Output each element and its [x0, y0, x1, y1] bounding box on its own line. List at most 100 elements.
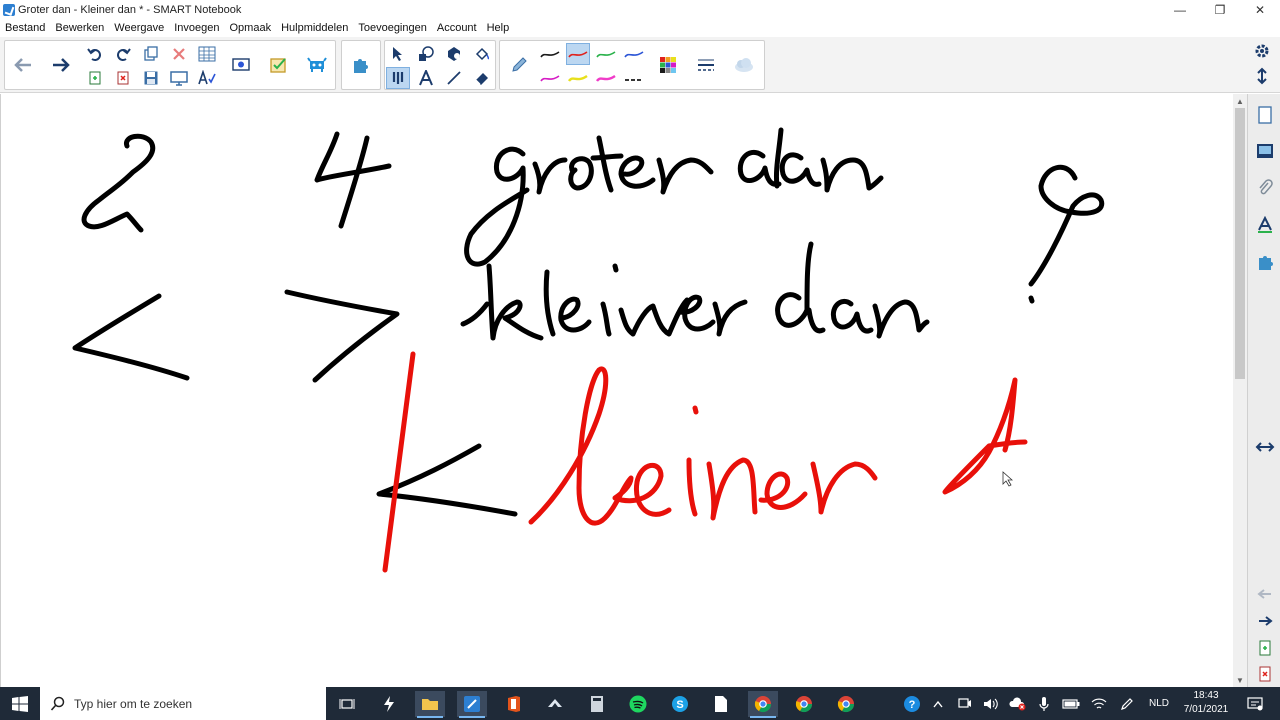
scroll-thumb[interactable]	[1235, 108, 1245, 379]
previous-page-button[interactable]	[1252, 581, 1277, 606]
settings-button[interactable]	[1250, 40, 1274, 62]
back-arrow-button[interactable]	[7, 42, 39, 88]
add-ons-tab[interactable]	[1252, 249, 1277, 274]
taskbar-file-explorer[interactable]	[415, 691, 445, 718]
line-button[interactable]	[442, 67, 466, 89]
fullscreen-button[interactable]	[167, 67, 191, 89]
text-button[interactable]	[414, 67, 438, 89]
hexagon-icon	[448, 47, 460, 61]
taskbar-app-cloud[interactable]	[540, 691, 570, 717]
line-style-button[interactable]	[690, 42, 722, 88]
tray-pen[interactable]	[1116, 687, 1138, 720]
select-button[interactable]	[386, 43, 410, 65]
action-center-button[interactable]	[1242, 687, 1268, 720]
page-sorter-tab[interactable]	[1252, 102, 1277, 127]
regular-shapes-button[interactable]	[442, 43, 466, 65]
tray-battery[interactable]	[1060, 687, 1082, 720]
attachments-tab[interactable]	[1252, 174, 1277, 199]
move-sidebar-button[interactable]	[1252, 434, 1277, 459]
tray-volume[interactable]	[980, 687, 1002, 720]
menu-help[interactable]: Help	[482, 22, 515, 34]
undo-button[interactable]	[83, 43, 107, 65]
shapes-button[interactable]	[414, 43, 438, 65]
add-page-button[interactable]	[1252, 635, 1277, 660]
taskbar-app-lightning[interactable]	[374, 691, 404, 717]
menu-toevoegingen[interactable]: Toevoegingen	[353, 22, 432, 34]
menu-bewerken[interactable]: Bewerken	[50, 22, 109, 34]
help-tray-button[interactable]: ?	[900, 687, 924, 720]
delete-page-button-side[interactable]	[1252, 661, 1277, 686]
insert-page-button[interactable]	[139, 43, 163, 65]
taskbar-skype[interactable]: S	[665, 691, 695, 717]
cloud-app-icon	[548, 699, 562, 707]
vertical-scrollbar[interactable]: ▲ ▼	[1233, 94, 1247, 687]
eraser-button[interactable]	[470, 67, 494, 89]
restore-button[interactable]: ❐	[1200, 0, 1240, 19]
taskbar-smart-notebook[interactable]	[457, 691, 487, 718]
minimize-button[interactable]: —	[1160, 0, 1200, 19]
task-view-button[interactable]	[332, 691, 362, 717]
pen-green-button[interactable]	[594, 43, 618, 65]
pen-black-button[interactable]	[538, 43, 562, 65]
next-page-button[interactable]	[1252, 608, 1277, 633]
help-icon: ?	[904, 695, 920, 712]
pen-magenta-button[interactable]	[538, 67, 562, 89]
properties-button[interactable]	[728, 42, 760, 88]
pen-dashed-button[interactable]	[622, 67, 646, 89]
taskbar-chrome-profile-3[interactable]	[831, 691, 861, 717]
scroll-up-arrow[interactable]: ▲	[1233, 94, 1247, 108]
insert-page-green-button[interactable]	[83, 67, 107, 89]
menu-opmaak[interactable]: Opmaak	[225, 22, 277, 34]
pen-blue-button[interactable]	[622, 43, 646, 65]
pen-button[interactable]	[386, 67, 410, 89]
ink-kleiner-red[interactable]	[382, 351, 878, 573]
taskbar-chrome-profile-1[interactable]	[748, 691, 778, 718]
table-button[interactable]	[195, 43, 219, 65]
delete-page-icon	[1259, 666, 1270, 681]
tray-network[interactable]	[1088, 687, 1110, 720]
pen-red-button[interactable]	[566, 43, 590, 65]
pen-pink-button[interactable]	[594, 67, 618, 89]
taskbar-chrome-profile-2[interactable]	[789, 691, 819, 717]
notebook-page-canvas[interactable]	[0, 94, 1233, 687]
taskbar-search[interactable]: Typ hier om te zoeken	[40, 687, 326, 720]
start-button[interactable]	[0, 687, 40, 720]
close-button[interactable]: ✕	[1240, 0, 1280, 19]
menu-hulpmiddelen[interactable]: Hulpmiddelen	[276, 22, 353, 34]
puzzle-button[interactable]	[345, 42, 377, 88]
taskbar-spotify[interactable]	[623, 691, 653, 717]
taskbar-office[interactable]	[499, 691, 529, 717]
spellcheck-button[interactable]	[195, 67, 219, 89]
menu-account[interactable]: Account	[432, 22, 482, 34]
tray-meet-now[interactable]	[954, 687, 976, 720]
show-hidden-icons[interactable]	[928, 687, 948, 720]
pen-yellow-button[interactable]	[566, 67, 590, 89]
properties-tab[interactable]	[1252, 212, 1277, 237]
delete-page-button[interactable]	[111, 67, 135, 89]
forward-arrow-button[interactable]	[45, 42, 77, 88]
taskbar-document[interactable]	[706, 691, 736, 717]
tray-microphone[interactable]	[1034, 687, 1054, 720]
color-palette-button[interactable]	[652, 42, 684, 88]
ink-a-red[interactable]	[942, 377, 1028, 495]
taskbar-calculator[interactable]	[582, 691, 612, 717]
menu-weergave[interactable]: Weergave	[109, 22, 169, 34]
pen-type-button[interactable]	[503, 42, 535, 88]
document-camera-button[interactable]	[225, 42, 257, 88]
tray-language[interactable]: NLD	[1144, 687, 1174, 720]
tray-onedrive[interactable]	[1006, 687, 1030, 720]
delete-button[interactable]	[167, 43, 191, 65]
task-view-icon	[339, 699, 355, 709]
menu-bestand[interactable]: Bestand	[0, 22, 50, 34]
save-button[interactable]	[139, 67, 163, 89]
add-on-button[interactable]	[301, 42, 333, 88]
menu-invoegen[interactable]: Invoegen	[169, 22, 224, 34]
response-button[interactable]	[263, 42, 295, 88]
redo-button[interactable]	[111, 43, 135, 65]
fill-button[interactable]	[470, 43, 494, 65]
move-toolbar-button[interactable]	[1250, 65, 1274, 87]
gallery-tab[interactable]	[1252, 138, 1277, 163]
taskbar-clock[interactable]: 18:43 7/01/2021	[1176, 689, 1236, 717]
add-ons-puzzle-icon	[1258, 255, 1273, 270]
scroll-down-arrow[interactable]: ▼	[1233, 673, 1247, 687]
